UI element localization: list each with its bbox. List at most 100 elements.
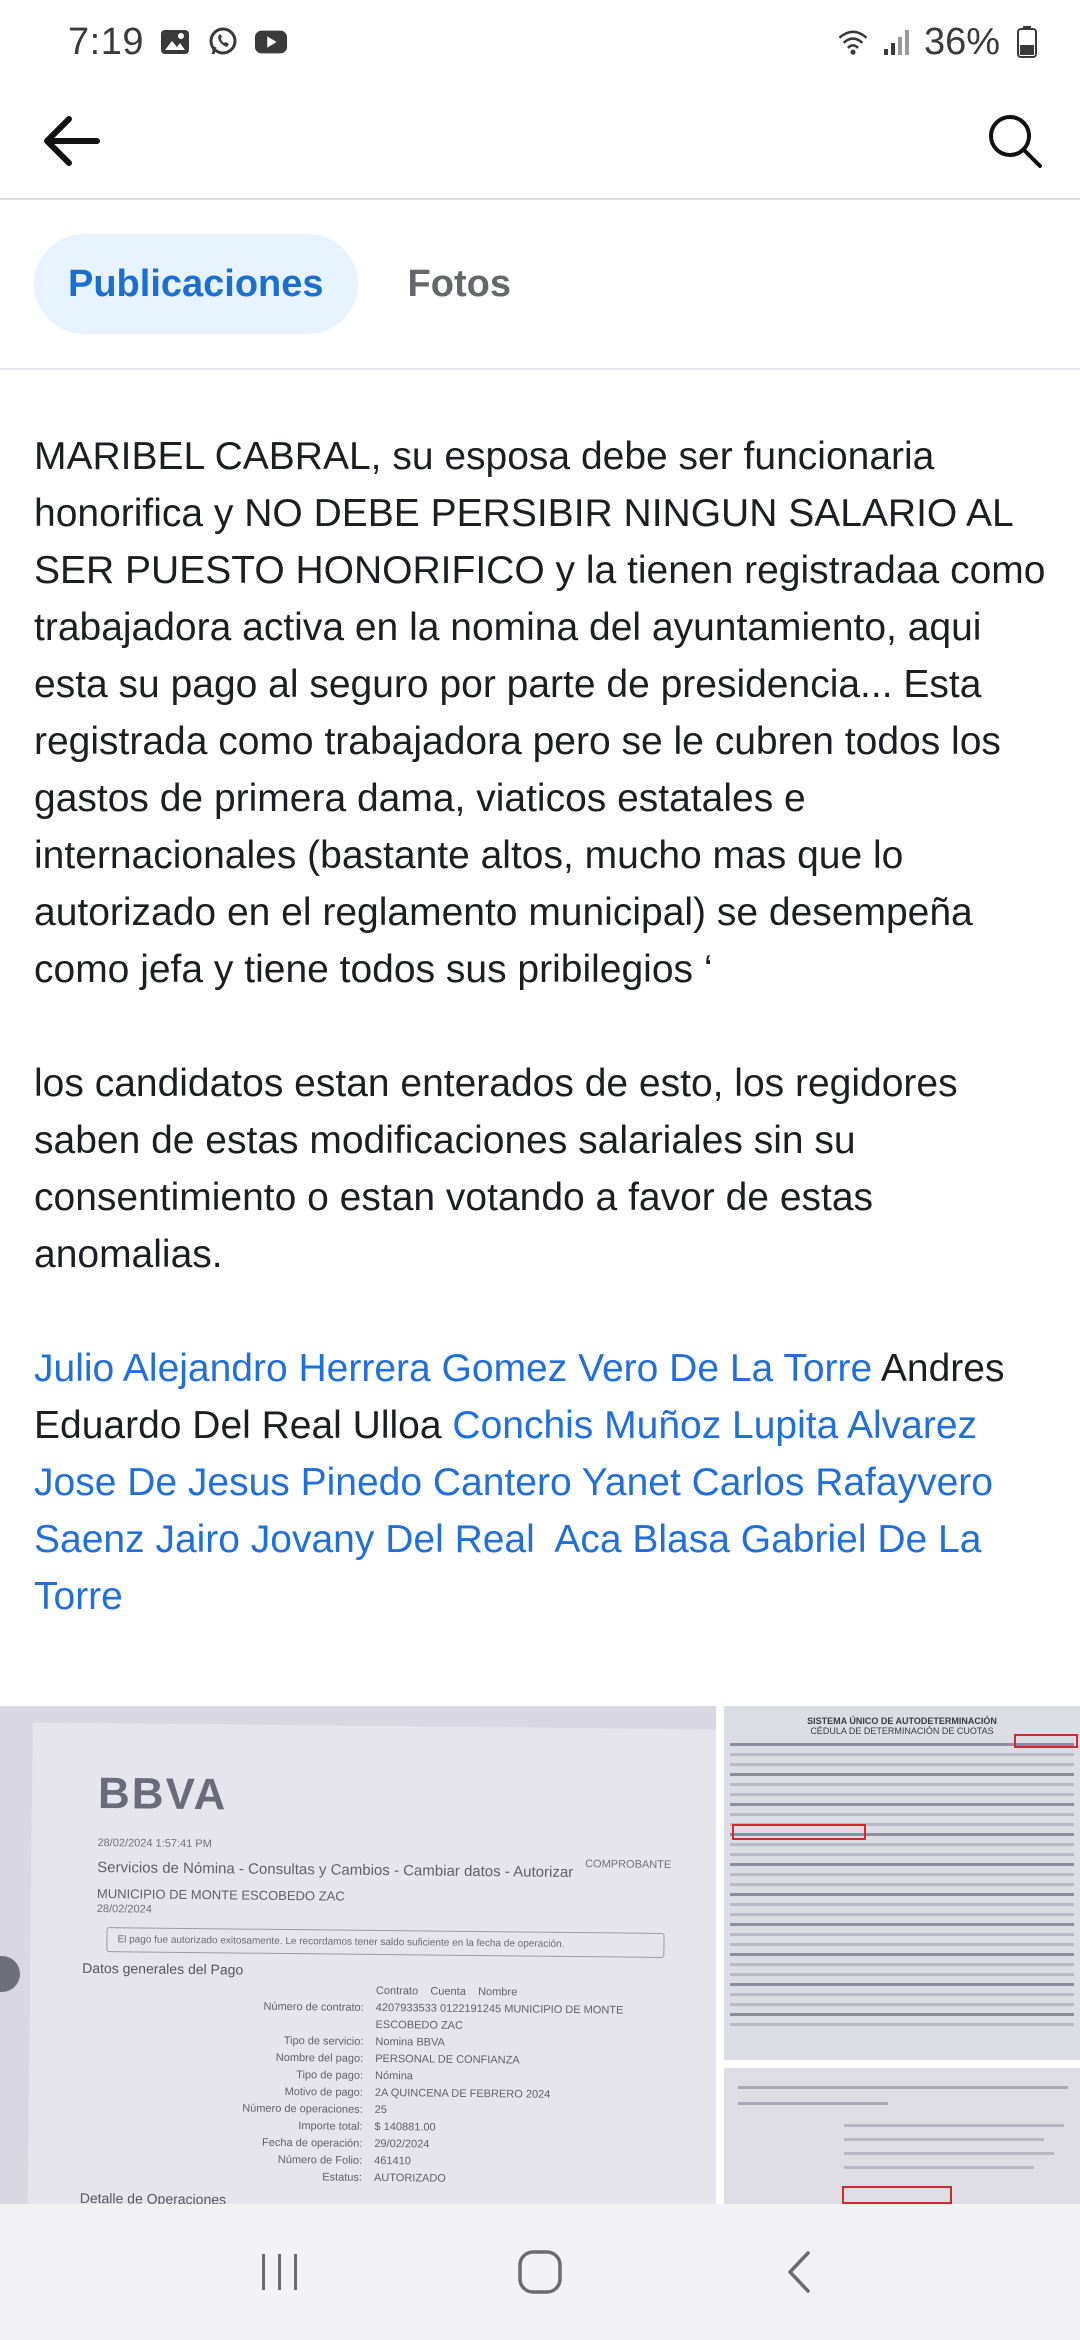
post-text: MARIBEL CABRAL, su esposa debe ser funci… <box>34 428 1054 1625</box>
sheet-line <box>730 1893 1074 1896</box>
receipt-value: AUTORIZADO <box>373 2171 446 2185</box>
tag-separator <box>572 1461 582 1504</box>
recent-apps-icon <box>262 2254 297 2290</box>
col-contrato: Contrato <box>375 1984 419 1998</box>
sheet-line <box>730 1953 1074 1956</box>
sheet-line <box>730 1803 1074 1806</box>
closeup-line <box>844 2138 1044 2141</box>
receipt-row: Número de contrato: 4207933533 0122191245… <box>206 1998 694 2037</box>
sheet-line <box>730 1783 1074 1786</box>
search-icon <box>989 115 1042 168</box>
sheet-title: SISTEMA ÚNICO DE AUTODETERMINACIÓN <box>807 1716 997 1726</box>
receipt-key: Fecha de operación: <box>261 2136 363 2150</box>
receipt-value: 4207933533 0122191245 MUNICIPIO DE MONTE… <box>375 2001 624 2032</box>
receipt-table: Contrato Cuenta Nombre Número de contrat… <box>204 1981 694 2190</box>
highlight-box <box>1014 1734 1078 1748</box>
profile-tabs: Publicaciones Fotos <box>0 200 1080 370</box>
tag-link[interactable]: Yanet Carlos <box>582 1461 805 1504</box>
closeup-line <box>844 2166 1034 2169</box>
sheet-line <box>730 1903 1074 1906</box>
tag-separator <box>721 1404 732 1447</box>
highlight-box <box>732 1824 866 1840</box>
bbva-logo: BBVA <box>97 1769 228 1820</box>
app-header <box>0 84 1080 200</box>
sheet-line <box>730 1773 1074 1776</box>
status-bar: 7:19 36% <box>0 0 1080 84</box>
sheet-line <box>730 1853 1074 1856</box>
photo-imss-sheet[interactable]: SISTEMA ÚNICO DE AUTODETERMINACIÓN CÉDUL… <box>724 1706 1080 2060</box>
receipt-key: Número de contrato: <box>263 2000 364 2014</box>
tag-link[interactable]: Jairo Jovany Del Real <box>155 1518 534 1561</box>
sheet-line <box>730 1873 1074 1876</box>
tag-link[interactable]: Jose De Jesus Pinedo Cantero <box>34 1461 572 1504</box>
photo-grid: BBVA 28/02/2024 1:57:41 PM Servicios de … <box>0 1706 1080 2204</box>
sheet-line <box>730 1793 1074 1796</box>
tag-separator <box>535 1518 555 1561</box>
tag-link[interactable]: Julio Alejandro Herrera Gomez <box>34 1347 567 1390</box>
sheet-line <box>730 1923 1074 1926</box>
nav-back-icon <box>788 2251 810 2293</box>
sheet-line <box>730 1753 1074 1756</box>
tab-fotos[interactable]: Fotos <box>374 234 545 334</box>
back-arrow-icon <box>44 116 100 166</box>
binder-hole <box>0 1956 20 1992</box>
status-left: 7:19 <box>68 21 288 64</box>
tag-link[interactable]: Vero De La Torre <box>578 1347 872 1390</box>
closeup-line <box>844 2124 1064 2127</box>
photo-bbva-receipt[interactable]: BBVA 28/02/2024 1:57:41 PM Servicios de … <box>0 1706 716 2204</box>
closeup-line <box>738 2086 1068 2089</box>
receipt-key: Número de Folio: <box>277 2153 363 2167</box>
tag-link[interactable]: Conchis Muñoz <box>452 1404 721 1447</box>
wifi-icon <box>836 25 870 59</box>
sheet-line <box>730 1963 1074 1966</box>
post-paragraph-2: los candidatos estan enterados de esto, … <box>34 1062 958 1276</box>
tag-link[interactable]: Lupita Alvarez <box>732 1404 977 1447</box>
receipt-key: Importe total: <box>298 2120 363 2133</box>
receipt-notice: El pago fue autorizado exitosamente. Le … <box>106 1927 665 1958</box>
tag-link[interactable]: Aca Blasa <box>554 1518 730 1561</box>
back-button[interactable] <box>36 106 106 176</box>
receipt-section: Datos generales del Pago <box>82 1959 244 1978</box>
system-nav-bar <box>0 2204 1080 2340</box>
receipt-date: 28/02/2024 1:57:41 PM <box>97 1837 212 1851</box>
signal-icon <box>880 25 914 59</box>
receipt-key: Tipo de servicio: <box>283 2034 364 2048</box>
gallery-icon <box>158 25 192 59</box>
col-cuenta: Cuenta <box>430 1985 466 1998</box>
sheet-line <box>730 1913 1074 1916</box>
closeup-line <box>844 2152 1054 2155</box>
sheet-line <box>730 1813 1074 1816</box>
receipt-key: Estatus: <box>322 2171 363 2184</box>
receipt-label: COMPROBANTE <box>585 1858 672 1872</box>
search-button[interactable] <box>980 106 1050 176</box>
sheet-line <box>730 1863 1074 1866</box>
sheet-line <box>730 1983 1074 1986</box>
sheet-line <box>730 1883 1074 1886</box>
youtube-icon <box>254 25 288 59</box>
recent-apps-button[interactable] <box>235 2227 325 2317</box>
highlight-box <box>842 2186 952 2204</box>
receipt-key: Tipo de pago: <box>296 2069 364 2082</box>
receipt-footer: Detalle de Operaciones <box>79 2189 227 2204</box>
nav-back-button[interactable] <box>755 2227 845 2317</box>
post-paragraph-1: MARIBEL CABRAL, su esposa debe ser funci… <box>34 435 1046 991</box>
status-right: 36% <box>836 21 1044 64</box>
sheet-line <box>730 1763 1074 1766</box>
photo-receipt-closeup[interactable] <box>724 2068 1080 2204</box>
home-button[interactable] <box>495 2227 585 2317</box>
sheet-line <box>730 2013 1074 2016</box>
tab-publicaciones[interactable]: Publicaciones <box>34 234 358 334</box>
receipt-document: BBVA 28/02/2024 1:57:41 PM Servicios de … <box>27 1722 716 2204</box>
battery-percent: 36% <box>923 20 1000 63</box>
sheet-line <box>730 1973 1074 1976</box>
whatsapp-icon <box>206 25 240 59</box>
sheet-line <box>730 1993 1074 1996</box>
post-tags: Julio Alejandro Herrera Gomez Vero De La… <box>34 1340 1054 1625</box>
sheet-line <box>730 1933 1074 1936</box>
closeup-line <box>738 2102 888 2105</box>
col-nombre: Nombre <box>478 1986 518 1999</box>
home-icon <box>518 2250 562 2294</box>
